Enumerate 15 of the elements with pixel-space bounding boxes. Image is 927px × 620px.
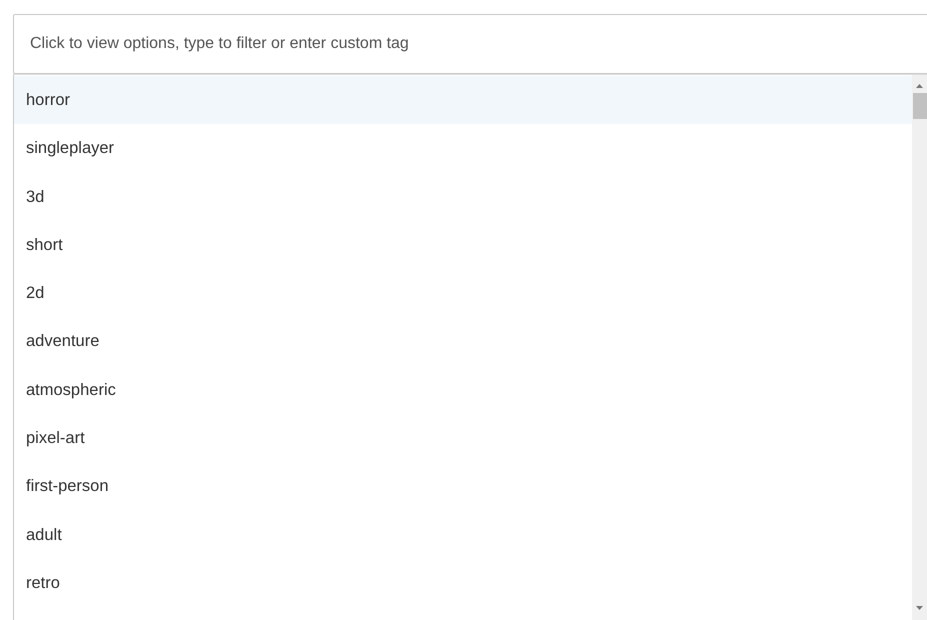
tag-option[interactable]: retro <box>14 558 912 608</box>
tag-input-field[interactable]: Click to view options, type to filter or enter custom tag <box>13 14 927 74</box>
tag-option[interactable]: singleplayer <box>14 124 912 173</box>
tag-option[interactable]: horror <box>14 76 912 124</box>
tag-option[interactable]: 2d <box>14 269 912 318</box>
tag-option[interactable]: atmospheric <box>14 366 912 414</box>
scrollbar-thumb[interactable] <box>912 93 926 119</box>
tag-option[interactable]: short <box>14 220 912 270</box>
tag-option[interactable]: adventure <box>14 317 912 366</box>
scroll-down-icon[interactable] <box>916 606 923 610</box>
tag-option[interactable]: adult <box>14 510 912 559</box>
tag-option[interactable]: first-person <box>14 462 912 511</box>
tag-option[interactable]: pixel-art <box>14 414 912 462</box>
scroll-up-icon[interactable] <box>916 84 923 88</box>
tag-option[interactable]: 3d <box>14 172 912 221</box>
